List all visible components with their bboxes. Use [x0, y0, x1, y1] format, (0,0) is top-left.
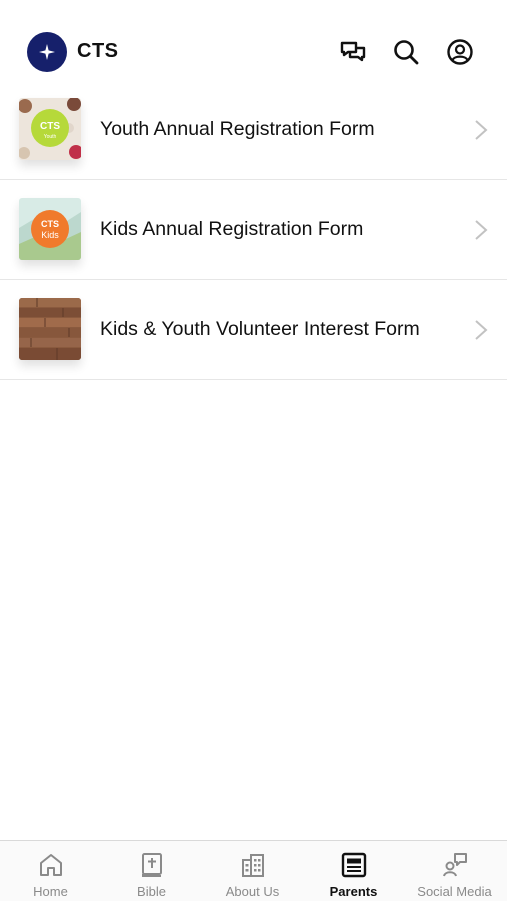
- bottom-tab-bar: Home Bible About Us Parents Social Media: [0, 840, 507, 901]
- svg-text:CTS: CTS: [41, 219, 59, 229]
- youth-thumbnail: CTS Youth: [19, 98, 81, 160]
- kids-thumbnail: CTS Kids: [19, 198, 81, 260]
- home-icon: [37, 851, 65, 879]
- volunteer-thumbnail: [19, 298, 81, 360]
- chat-button[interactable]: [338, 37, 368, 67]
- search-button[interactable]: [391, 37, 421, 67]
- tab-home[interactable]: Home: [0, 841, 101, 901]
- svg-text:Kids: Kids: [41, 230, 59, 240]
- tab-label: Bible: [137, 884, 166, 899]
- list-item-label: Kids & Youth Volunteer Interest Form: [100, 318, 420, 340]
- list-item-label: Youth Annual Registration Form: [100, 118, 375, 140]
- list-item-kids-registration[interactable]: CTS Kids Kids Annual Registration Form: [0, 180, 507, 280]
- tab-label: Parents: [329, 884, 378, 899]
- profile-button[interactable]: [445, 37, 475, 67]
- form-icon: [340, 851, 368, 879]
- list-item-youth-registration[interactable]: CTS Youth Youth Annual Registration Form: [0, 80, 507, 180]
- chevron-right-icon: [473, 219, 489, 241]
- forms-list: CTS Youth Youth Annual Registration Form…: [0, 80, 507, 380]
- tab-about-us[interactable]: About Us: [202, 841, 303, 901]
- youth-thumbnail-image: CTS Youth: [19, 98, 81, 160]
- list-item-label: Kids Annual Registration Form: [100, 218, 364, 240]
- tab-label: About Us: [225, 884, 280, 899]
- kids-thumbnail-image: CTS Kids: [19, 198, 81, 260]
- social-icon: [441, 851, 469, 879]
- chevron-right-icon: [473, 319, 489, 341]
- svg-text:CTS: CTS: [40, 121, 60, 132]
- wood-thumbnail-image: [19, 298, 81, 360]
- app-title: CTS: [77, 40, 119, 62]
- tab-parents[interactable]: Parents: [303, 841, 404, 901]
- list-item-volunteer-interest[interactable]: Kids & Youth Volunteer Interest Form: [0, 280, 507, 380]
- bible-icon: [138, 851, 166, 879]
- search-icon: [394, 40, 419, 65]
- profile-icon: [447, 39, 473, 65]
- sparkle-icon: [39, 44, 55, 60]
- tab-label: Home: [33, 884, 68, 899]
- chat-icon: [340, 41, 366, 62]
- building-icon: [239, 851, 267, 879]
- tab-social-media[interactable]: Social Media: [404, 841, 505, 901]
- chevron-right-icon: [473, 119, 489, 141]
- svg-text:Youth: Youth: [44, 134, 57, 140]
- tab-bible[interactable]: Bible: [101, 841, 202, 901]
- tab-label: Social Media: [417, 884, 492, 899]
- app-logo[interactable]: [27, 32, 67, 72]
